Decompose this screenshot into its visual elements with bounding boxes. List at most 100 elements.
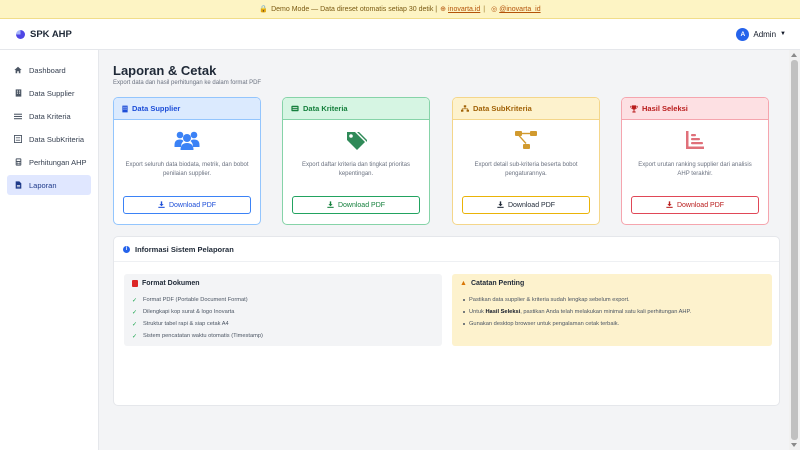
scroll-down-icon[interactable] bbox=[791, 443, 797, 447]
avatar: A bbox=[736, 27, 750, 41]
card-header: Data SubKriteria bbox=[453, 98, 599, 120]
sidebar-item-label: Data Kriteria bbox=[29, 111, 71, 121]
scrollbar-thumb[interactable] bbox=[791, 60, 798, 440]
card-data-supplier: Data Supplier Export seluruh data biodat… bbox=[113, 97, 261, 225]
download-icon bbox=[158, 200, 165, 210]
note-item: Gunakan desktop browser untuk pengalaman… bbox=[460, 318, 772, 330]
sidebar: Dashboard Data Supplier Data Kriteria Da… bbox=[0, 50, 99, 450]
card-title: Data Supplier bbox=[132, 104, 181, 113]
sidebar-item-label: Data SubKriteria bbox=[29, 134, 85, 144]
card-header: Data Kriteria bbox=[283, 98, 429, 120]
format-item-text: Struktur tabel rapi & siap cetak A4 bbox=[143, 321, 229, 327]
card-hasil-seleksi: Hasil Seleksi Export urutan ranking supp… bbox=[621, 97, 769, 225]
sidebar-item-data-supplier[interactable]: Data Supplier bbox=[7, 83, 91, 103]
info-header: i Informasi Sistem Pelaporan bbox=[114, 237, 779, 262]
download-icon bbox=[666, 200, 673, 210]
brand[interactable]: SPK AHP bbox=[16, 29, 72, 40]
users-icon bbox=[114, 130, 260, 152]
note-text-bold: Hasil Seleksi bbox=[485, 309, 521, 315]
list-alt-icon bbox=[291, 105, 299, 112]
user-menu[interactable]: A Admin ▼ bbox=[736, 27, 786, 41]
format-box: Format Dokumen ✓ Format PDF (Portable Doc… bbox=[124, 274, 442, 346]
note-item: Pastikan data supplier & kriteria sudah … bbox=[460, 294, 772, 306]
card-description: Export urutan ranking supplier dari anal… bbox=[638, 162, 752, 177]
check-icon: ✓ bbox=[132, 309, 138, 316]
format-item: ✓ Sistem pencatatan waktu otomatis (Times… bbox=[132, 330, 442, 342]
brand-name: SPK AHP bbox=[30, 28, 72, 40]
pie-chart-icon bbox=[16, 29, 25, 39]
notes-box: ▲ Catatan Penting Pastikan data supplier… bbox=[452, 274, 772, 346]
file-icon bbox=[14, 181, 22, 189]
bullet bbox=[463, 299, 465, 301]
format-item-text: Format PDF (Portable Document Format) bbox=[143, 297, 248, 303]
button-label: Download PDF bbox=[168, 201, 217, 209]
button-label: Download PDF bbox=[676, 201, 725, 209]
sitemap-icon bbox=[461, 105, 469, 112]
check-icon: ✓ bbox=[132, 333, 138, 340]
note-text: Gunakan desktop browser untuk pengalaman… bbox=[469, 321, 620, 327]
website-link[interactable]: inovarta.id bbox=[448, 6, 480, 13]
card-title: Hasil Seleksi bbox=[642, 104, 688, 113]
note-text: Untuk Hasil Seleksi, pastikan Anda telah… bbox=[469, 309, 691, 315]
sidebar-item-label: Dashboard bbox=[29, 65, 66, 75]
format-item-text: Dilengkapi kop surat & logo Inovarta bbox=[143, 309, 235, 315]
tasks-icon bbox=[14, 135, 22, 143]
card-description: Export daftar kriteria dan tingkat prior… bbox=[301, 162, 411, 177]
sidebar-item-laporan[interactable]: Laporan bbox=[7, 175, 91, 195]
download-pdf-button-subkriteria[interactable]: Download PDF bbox=[462, 196, 590, 214]
info-title: Informasi Sistem Pelaporan bbox=[135, 244, 234, 254]
bullet bbox=[463, 323, 465, 325]
info-icon: i bbox=[123, 245, 130, 253]
format-item: ✓ Format PDF (Portable Document Format) bbox=[132, 294, 442, 306]
notes-title-text: Catatan Penting bbox=[470, 280, 525, 287]
card-header: Data Supplier bbox=[114, 98, 260, 120]
caret-down-icon: ▼ bbox=[780, 31, 786, 37]
scroll-up-icon[interactable] bbox=[791, 53, 797, 57]
lock-icon: 🔒 bbox=[259, 6, 269, 13]
sidebar-item-label: Laporan bbox=[29, 180, 57, 190]
pdf-file-icon bbox=[132, 280, 138, 287]
note-item: Untuk Hasil Seleksi, pastikan Anda telah… bbox=[460, 306, 772, 318]
globe-icon: ⊕ bbox=[440, 6, 446, 13]
download-pdf-button-supplier[interactable]: Download PDF bbox=[123, 196, 251, 214]
ranking-list-icon bbox=[622, 130, 768, 152]
note-text: Pastikan data supplier & kriteria sudah … bbox=[469, 297, 630, 303]
building-icon bbox=[122, 105, 128, 113]
sidebar-item-dashboard[interactable]: Dashboard bbox=[7, 60, 91, 80]
instagram-icon: ◎ bbox=[491, 6, 498, 13]
sidebar-item-data-subkriteria[interactable]: Data SubKriteria bbox=[7, 129, 91, 149]
card-title: Data Kriteria bbox=[303, 104, 348, 113]
sidebar-item-data-kriteria[interactable]: Data Kriteria bbox=[7, 106, 91, 126]
format-item: ✓ Dilengkapi kop surat & logo Inovarta bbox=[132, 306, 442, 318]
sidebar-item-label: Data Supplier bbox=[29, 88, 75, 98]
page-subtitle: Export data dan hasil perhitungan ke dal… bbox=[113, 80, 262, 86]
note-text-pre: Untuk bbox=[469, 309, 484, 315]
download-pdf-button-hasil-seleksi[interactable]: Download PDF bbox=[631, 196, 759, 214]
download-icon bbox=[327, 200, 334, 210]
button-label: Download PDF bbox=[507, 201, 556, 209]
card-title: Data SubKriteria bbox=[473, 104, 532, 113]
card-header: Hasil Seleksi bbox=[622, 98, 768, 120]
trophy-icon bbox=[630, 104, 638, 113]
page-title: Laporan & Cetak bbox=[113, 63, 217, 78]
scrollbar[interactable] bbox=[789, 50, 800, 450]
banner-text: Demo Mode — Data direset otomatis setiap… bbox=[271, 5, 438, 13]
button-label: Download PDF bbox=[337, 201, 386, 209]
calculator-icon bbox=[14, 158, 22, 166]
format-title-text: Format Dokumen bbox=[142, 280, 200, 287]
list-icon bbox=[14, 113, 22, 120]
project-diagram-icon bbox=[453, 130, 599, 152]
home-icon bbox=[14, 66, 22, 74]
card-description: Export seluruh data biodata, metrik, dan… bbox=[125, 162, 249, 177]
instagram-link[interactable]: @inovarta_id bbox=[499, 6, 540, 13]
download-icon bbox=[497, 200, 504, 210]
download-pdf-button-kriteria[interactable]: Download PDF bbox=[292, 196, 420, 214]
bullet bbox=[463, 311, 465, 313]
building-icon bbox=[14, 89, 22, 97]
warning-icon: ▲ bbox=[460, 280, 467, 287]
tags-icon bbox=[283, 130, 429, 152]
check-icon: ✓ bbox=[132, 297, 138, 304]
sidebar-item-perhitungan-ahp[interactable]: Perhitungan AHP bbox=[7, 152, 91, 172]
info-panel: i Informasi Sistem Pelaporan Format Doku… bbox=[113, 236, 780, 406]
note-text-post: , pastikan Anda telah melakukan minimal … bbox=[520, 309, 692, 315]
